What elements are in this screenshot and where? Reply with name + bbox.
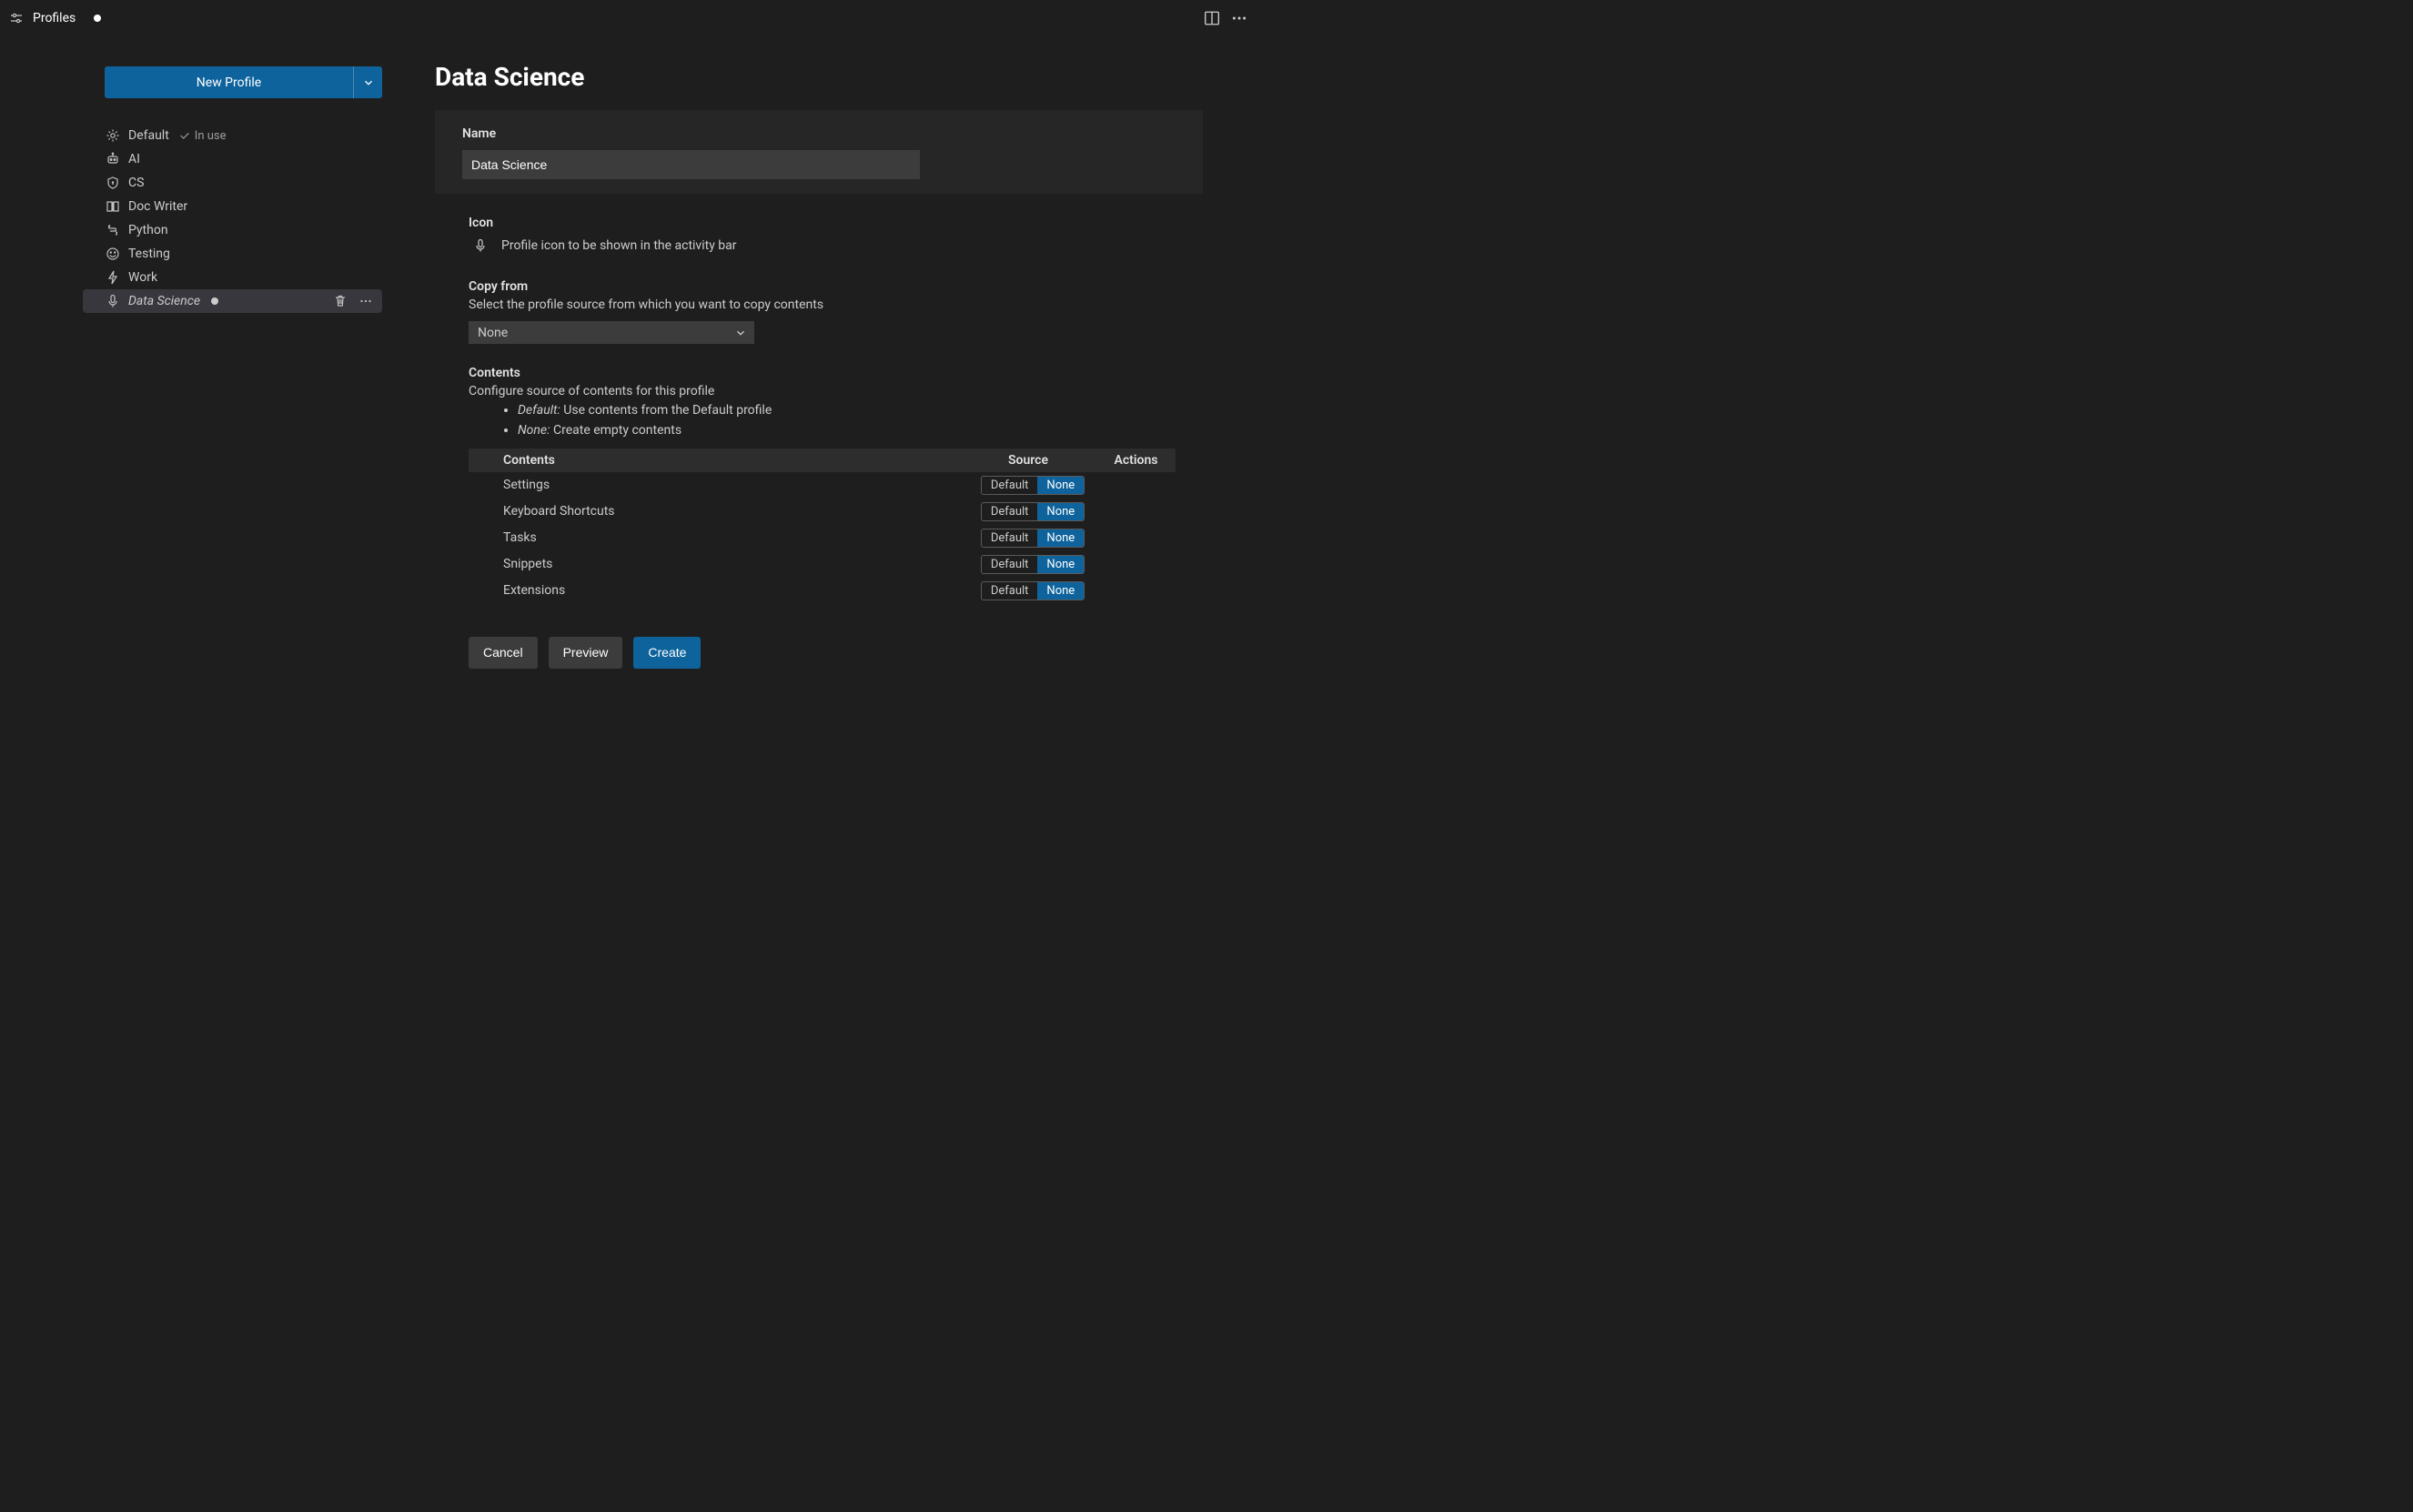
footer-actions: Cancel Preview Create	[435, 604, 1203, 669]
name-section: Name	[435, 110, 1203, 194]
shield-icon	[105, 176, 121, 190]
page-title: Data Science	[435, 62, 1203, 92]
profile-item-work[interactable]: Work	[83, 266, 382, 289]
contents-desc: Configure source of contents for this pr…	[469, 384, 1176, 398]
col-contents: Contents	[469, 449, 960, 472]
toggle-default[interactable]: Default	[982, 529, 1038, 547]
contents-bullets: Default: Use contents from the Default p…	[469, 400, 1176, 441]
content-name: Tasks	[469, 525, 960, 551]
toggle-none[interactable]: None	[1037, 582, 1084, 600]
profiles-sidebar: New Profile Default In use AI CS Doc Writer P…	[0, 36, 405, 796]
source-toggle[interactable]: Default None	[981, 476, 1085, 495]
source-toggle[interactable]: Default None	[981, 581, 1085, 600]
copy-from-select[interactable]: None	[469, 321, 754, 344]
content-name: Extensions	[469, 578, 960, 604]
profile-icon-picker[interactable]	[469, 234, 492, 257]
profile-item-label: CS	[128, 176, 144, 190]
table-row: Keyboard Shortcuts Default None	[469, 499, 1176, 525]
table-row: Extensions Default None	[469, 578, 1176, 604]
sliders-icon	[9, 11, 24, 25]
profile-list: Default In use AI CS Doc Writer Python Testing…	[105, 124, 382, 313]
content-name: Keyboard Shortcuts	[469, 499, 960, 525]
new-profile-dropdown[interactable]	[353, 66, 382, 98]
copy-from-label: Copy from	[469, 279, 1176, 294]
profile-item-default[interactable]: Default In use	[83, 124, 382, 147]
more-profile-icon[interactable]	[357, 294, 375, 308]
contents-section: Contents Configure source of contents fo…	[435, 344, 1203, 604]
tab-profiles[interactable]: Profiles	[0, 0, 114, 36]
new-profile-button[interactable]: New Profile	[105, 66, 382, 98]
profile-item-label: Testing	[128, 247, 170, 261]
in-use-badge: In use	[178, 129, 227, 143]
profile-item-label: Work	[128, 270, 157, 285]
copy-from-section: Copy from Select the profile source from…	[435, 257, 1203, 344]
toggle-none[interactable]: None	[1037, 529, 1084, 547]
contents-table: Contents Source Actions Settings Default…	[469, 449, 1176, 604]
icon-section: Icon Profile icon to be shown in the act…	[435, 194, 1203, 257]
dirty-indicator-icon	[94, 15, 101, 22]
copy-from-desc: Select the profile source from which you…	[469, 297, 1176, 312]
col-source: Source	[960, 449, 1096, 472]
book-icon	[105, 199, 121, 214]
content-name: Settings	[469, 472, 960, 499]
delete-profile-icon[interactable]	[331, 294, 349, 308]
profile-item-python[interactable]: Python	[83, 218, 382, 242]
toggle-default[interactable]: Default	[982, 477, 1038, 494]
mic-icon	[473, 238, 488, 253]
profile-item-label: Default	[128, 128, 169, 143]
table-row: Snippets Default None	[469, 551, 1176, 578]
toggle-none[interactable]: None	[1037, 477, 1084, 494]
bolt-icon	[105, 270, 121, 285]
profile-item-data-science[interactable]: Data Science	[83, 289, 382, 313]
cancel-button[interactable]: Cancel	[469, 637, 538, 669]
toggle-default[interactable]: Default	[982, 582, 1038, 600]
profile-item-doc-writer[interactable]: Doc Writer	[83, 195, 382, 218]
tab-actions	[1204, 0, 1260, 36]
profile-item-label: Data Science	[128, 294, 200, 308]
more-actions-icon[interactable]	[1231, 10, 1247, 26]
content-name: Snippets	[469, 551, 960, 578]
bullet: Default: Use contents from the Default p…	[518, 400, 1176, 420]
tab-bar: Profiles	[0, 0, 1260, 36]
contents-label: Contents	[469, 366, 1176, 380]
col-actions: Actions	[1096, 449, 1176, 472]
source-toggle[interactable]: Default None	[981, 502, 1085, 521]
create-button[interactable]: Create	[633, 637, 701, 669]
gear-icon	[105, 128, 121, 143]
source-toggle[interactable]: Default None	[981, 529, 1085, 548]
bullet: None: Create empty contents	[518, 420, 1176, 440]
name-label: Name	[462, 126, 1176, 141]
source-toggle[interactable]: Default None	[981, 555, 1085, 574]
table-row: Settings Default None	[469, 472, 1176, 499]
profile-editor: Data Science Name Icon Profile icon to b…	[405, 36, 1260, 796]
icon-hint: Profile icon to be shown in the activity…	[501, 238, 737, 253]
dirty-indicator-icon	[211, 297, 218, 305]
icon-label: Icon	[469, 216, 1176, 230]
table-row: Tasks Default None	[469, 525, 1176, 551]
toggle-default[interactable]: Default	[982, 503, 1038, 520]
toggle-none[interactable]: None	[1037, 556, 1084, 573]
name-input[interactable]	[462, 150, 920, 179]
tab-title: Profiles	[33, 11, 76, 25]
snake-icon	[105, 223, 121, 237]
profile-item-label: AI	[128, 152, 140, 166]
chevron-down-icon	[362, 76, 375, 89]
chevron-down-icon	[734, 327, 747, 339]
profile-item-label: Python	[128, 223, 168, 237]
smile-icon	[105, 247, 121, 261]
profile-item-ai[interactable]: AI	[83, 147, 382, 171]
robot-icon	[105, 152, 121, 166]
toggle-none[interactable]: None	[1037, 503, 1084, 520]
profile-item-testing[interactable]: Testing	[83, 242, 382, 266]
profile-item-label: Doc Writer	[128, 199, 187, 214]
mic-icon	[105, 294, 121, 308]
copy-from-value: None	[478, 326, 508, 340]
toggle-default[interactable]: Default	[982, 556, 1038, 573]
profile-item-cs[interactable]: CS	[83, 171, 382, 195]
new-profile-label[interactable]: New Profile	[105, 66, 353, 98]
split-editor-icon[interactable]	[1204, 10, 1220, 26]
preview-button[interactable]: Preview	[549, 637, 623, 669]
